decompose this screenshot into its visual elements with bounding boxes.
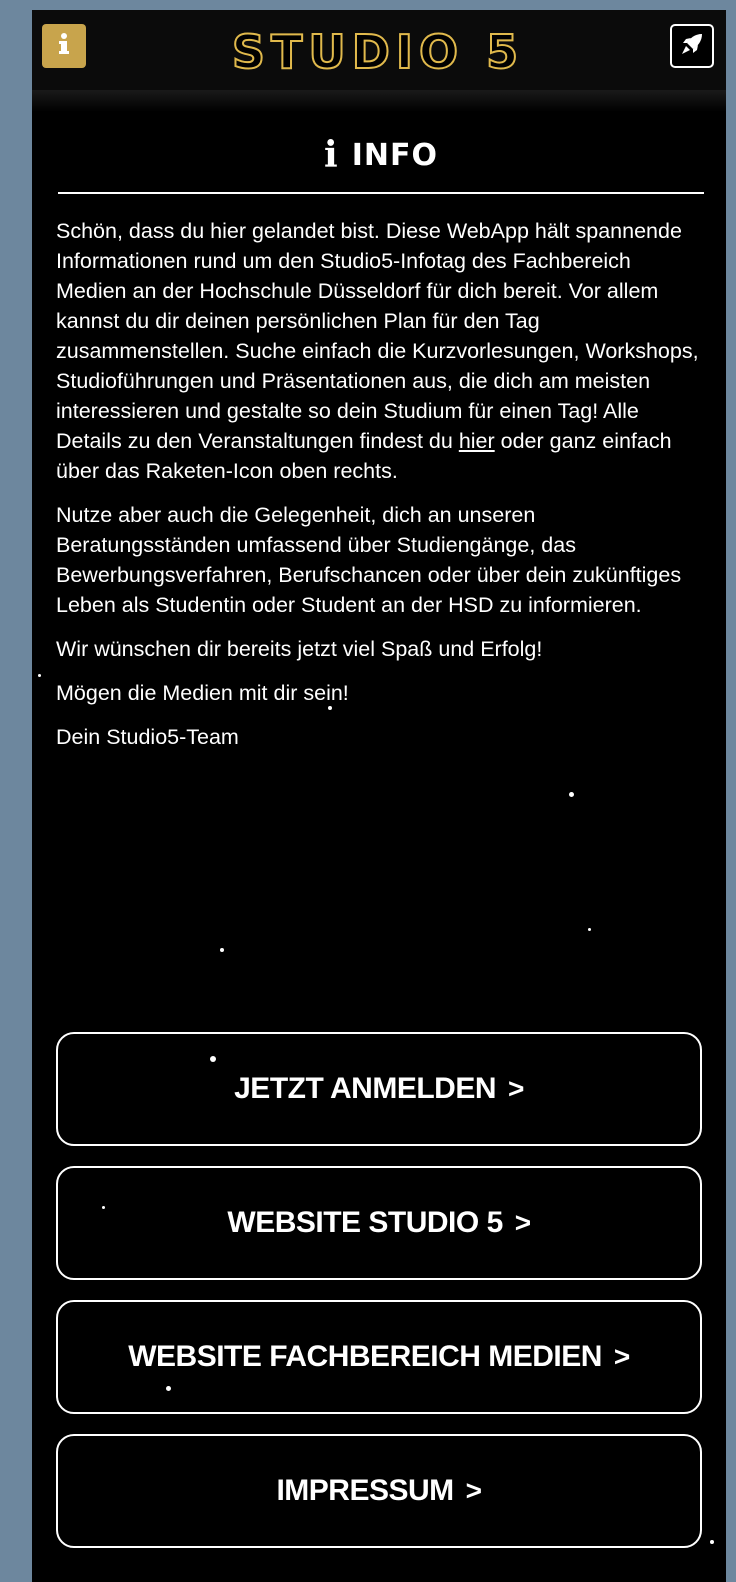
info-button[interactable] [42,24,86,68]
events-link[interactable]: hier [459,429,495,453]
studio5-logo[interactable]: STUDIO 5 [222,24,534,80]
motto-paragraph: Mögen die Medien mit dir sein! [56,681,349,705]
wish-paragraph: Wir wünschen dir bereits jetzt viel Spaß… [56,637,543,661]
info-text: Schön, dass du hier gelandet bist. Diese… [56,216,706,766]
info-section-header: i INFO [58,128,704,194]
star-dot [588,928,591,931]
app-screen: STUDIO 5 i INFO Schön, dass du hier gela… [32,10,726,1582]
info-glyph-icon: i [324,134,338,176]
top-bar-shadow [32,90,726,112]
section-title: INFO [351,137,438,173]
info-icon [54,31,74,62]
button-label: JETZT ANMELDEN [234,1072,497,1105]
star-dot [38,674,41,677]
button-label: WEBSITE FACHBEREICH MEDIEN [128,1340,602,1373]
website-fachbereich-button[interactable]: WEBSITE FACHBEREICH MEDIEN > [56,1300,702,1414]
register-button[interactable]: JETZT ANMELDEN > [56,1032,702,1146]
impressum-button[interactable]: IMPRESSUM > [56,1434,702,1548]
signature-paragraph: Dein Studio5-Team [56,725,239,749]
website-studio5-button[interactable]: WEBSITE STUDIO 5 > [56,1166,702,1280]
button-label: IMPRESSUM [276,1474,454,1507]
intro-paragraph: Schön, dass du hier gelandet bist. Diese… [56,216,706,486]
top-bar: STUDIO 5 [32,10,726,90]
advice-paragraph: Nutze aber auch die Gelegenheit, dich an… [56,503,682,617]
chevron-right-icon: > [613,1341,630,1372]
star-dot [220,948,224,952]
star-dot [569,792,574,797]
rocket-icon [679,31,705,62]
chevron-right-icon: > [508,1073,524,1104]
chevron-right-icon: > [514,1207,531,1238]
button-label: WEBSITE STUDIO 5 [227,1206,503,1239]
chevron-right-icon: > [465,1475,482,1506]
star-dot [710,1540,714,1544]
intro-text-start: Schön, dass du hier gelandet bist. Diese… [56,219,699,453]
rocket-button[interactable] [670,24,714,68]
